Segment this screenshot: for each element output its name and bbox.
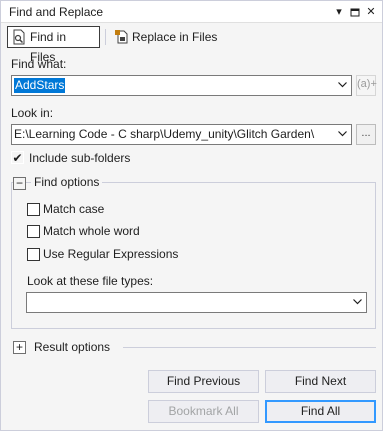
restore-icon — [350, 8, 360, 17]
find-next-button[interactable]: Find Next — [265, 370, 376, 393]
match-whole-word-label: Match whole word — [43, 224, 140, 238]
find-what-value: AddStars — [14, 78, 66, 93]
window-title: Find and Replace — [9, 5, 104, 19]
result-options-divider — [123, 347, 376, 348]
file-types-combobox[interactable] — [26, 292, 367, 313]
close-button[interactable]: ✕ — [363, 4, 379, 20]
regex-builder-button[interactable]: (a)+ — [356, 75, 377, 96]
include-subfolders-checkbox[interactable]: ✔ — [11, 151, 24, 165]
title-bar: Find and Replace ▾ ✕ — [1, 1, 382, 23]
find-in-files-icon — [13, 29, 25, 45]
browse-folder-button[interactable]: ... — [356, 124, 376, 145]
find-options-title: Find options — [31, 175, 103, 189]
chevron-down-icon[interactable] — [334, 125, 351, 144]
find-options-collapse-button[interactable]: − — [13, 177, 26, 190]
use-regex-checkbox[interactable] — [27, 248, 40, 261]
look-in-combobox[interactable]: E:\Learning Code - C sharp\Udemy_unity\G… — [11, 124, 352, 145]
match-whole-word-checkbox[interactable] — [27, 225, 40, 238]
find-previous-button[interactable]: Find Previous — [148, 370, 259, 393]
find-what-combobox[interactable]: AddStars — [11, 75, 352, 96]
replace-in-files-icon — [115, 30, 128, 44]
find-all-button[interactable]: Find All — [265, 400, 376, 423]
tab-separator — [105, 29, 106, 45]
look-in-value: E:\Learning Code - C sharp\Udemy_unity\G… — [14, 127, 315, 141]
result-options-expand-button[interactable]: + — [13, 341, 26, 354]
match-case-checkbox[interactable] — [27, 203, 40, 216]
window-menu-button[interactable]: ▾ — [331, 4, 347, 20]
use-regex-label: Use Regular Expressions — [43, 247, 179, 261]
tab-replace-in-files-label: Replace in Files — [132, 30, 218, 44]
tab-find-in-files[interactable]: Find in Files — [7, 26, 100, 64]
chevron-down-icon[interactable] — [334, 76, 351, 95]
match-case-label: Match case — [43, 202, 105, 216]
tab-replace-in-files[interactable]: Replace in Files — [109, 26, 227, 48]
find-what-label: Find what: — [11, 57, 67, 71]
chevron-down-icon[interactable] — [349, 293, 366, 312]
file-types-label: Look at these file types: — [27, 274, 154, 288]
result-options-title: Result options — [34, 340, 111, 354]
find-replace-window: Find and Replace ▾ ✕ Find in Files Repla… — [0, 0, 383, 431]
tab-strip: Find in Files Replace in Files — [1, 23, 382, 64]
include-subfolders-label: Include sub-folders — [29, 151, 131, 165]
bookmark-all-button[interactable]: Bookmark All — [148, 400, 259, 423]
look-in-label: Look in: — [11, 106, 54, 120]
restore-button[interactable] — [347, 4, 363, 20]
